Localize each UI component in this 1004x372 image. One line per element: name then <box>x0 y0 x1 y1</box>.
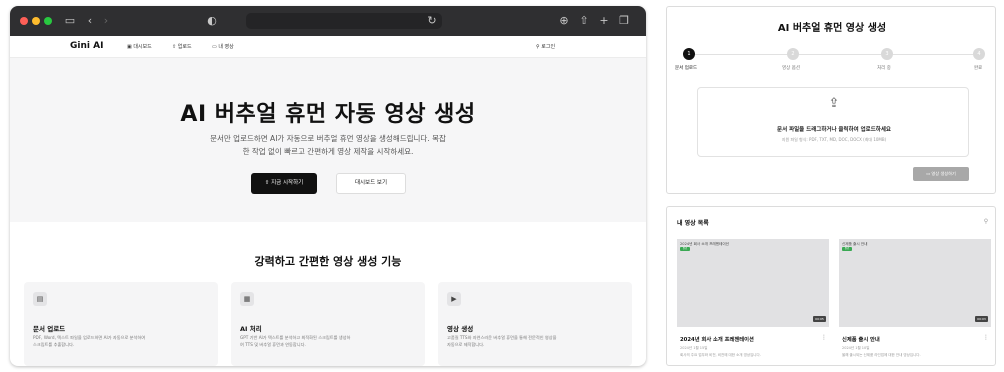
more-options-icon[interactable]: ⋮ <box>821 334 827 341</box>
feature-card-ai: ▦ AI 처리 GPT 기반 AI가 텍스트를 분석하고 최적화된 스크립트를 … <box>231 282 425 366</box>
share-icon[interactable]: ⇧ <box>576 13 592 29</box>
step-3-label: 처리 중 <box>877 66 891 71</box>
step-3-dot: 3 <box>881 48 893 60</box>
start-now-button[interactable]: ⇧ 지금 시작하기 <box>251 173 317 194</box>
stepper-line <box>683 54 983 55</box>
video-description: 회사의 주요 업무와 비전, 비전에 대한 소개 영상입니다. <box>680 353 761 357</box>
back-arrow-icon[interactable]: ‹ <box>82 13 98 29</box>
video-date: 2024년 1월 10일 <box>842 346 870 350</box>
step-1-label: 문서 업로드 <box>675 66 698 71</box>
video-description: 올해 출시되는 신제품 라인업에 대한 안내 영상입니다. <box>842 353 921 357</box>
search-icon[interactable]: ⚲ <box>981 217 991 227</box>
video-card[interactable]: 2024년 회사 소개 프레젠테이션 완료 00:05 2024년 회사 소개 … <box>677 239 829 363</box>
feature-title: 문서 업로드 <box>33 325 66 333</box>
features-title: 강력하고 간편한 영상 생성 기능 <box>254 255 402 268</box>
feature-card-video: ▶ 영상 생성 고품질 TTS와 자연스러운 버추얼 휴먼을 통해 전문적인 영… <box>438 282 632 366</box>
site-navbar: Gini AI ▣ 대시보드 ⇧ 업로드 ▭ 내 영상 ⚲ 로그인 <box>10 36 646 58</box>
close-window-button[interactable] <box>20 17 28 25</box>
hero-description: 문서만 업로드하면 AI가 자동으로 버추얼 휴먼 영상을 생성해드립니다. 복… <box>210 134 446 156</box>
view-dashboard-button[interactable]: 대시보드 보기 <box>336 173 406 194</box>
nav-dashboard[interactable]: ▣ 대시보드 <box>127 43 152 50</box>
step-2-label: 영상 옵션 <box>782 66 800 71</box>
video-thumbnail[interactable]: 2024년 회사 소개 프레젠테이션 완료 00:05 <box>677 239 829 327</box>
hero-title: AI 버추얼 휴먼 자동 영상 생성 <box>180 102 476 127</box>
more-options-icon[interactable]: ⋮ <box>983 334 989 341</box>
step-1-dot: 1 <box>683 48 695 60</box>
dropzone-hint: 지원 파일 형식: PDF, TXT, MD, DOC, DOCX (최대 10… <box>781 137 887 142</box>
hero-section: AI 버추얼 휴먼 자동 영상 생성 문서만 업로드하면 AI가 자동으로 버추… <box>10 58 646 222</box>
document-icon: ▤ <box>33 292 47 306</box>
login-link[interactable]: ⚲ 로그인 <box>536 43 555 50</box>
video-list-title: 내 영상 목록 <box>677 220 709 227</box>
upload-icon: ⇪ <box>828 96 840 111</box>
video-thumbnail[interactable]: 신제품 출시 안내 완료 00:03 <box>839 239 991 327</box>
feature-description: PDF, Word, 텍스트 파일을 업로드하면 AI가 자동으로 분석하여 스… <box>33 335 146 347</box>
download-icon[interactable]: ⊕ <box>556 13 572 29</box>
step-2-dot: 2 <box>787 48 799 60</box>
video-title[interactable]: 2024년 회사 소개 프레젠테이션 <box>680 335 754 343</box>
status-badge: 완료 <box>680 247 690 251</box>
browser-toolbar: ▭ ‹ › ◐ ↻ ⊕ ⇧ + ❐ <box>10 6 646 36</box>
upload-panel: AI 버추얼 휴먼 영상 생성 1 2 3 4 문서 업로드 영상 옵션 처리 … <box>666 6 996 194</box>
new-tab-icon[interactable]: + <box>596 13 612 29</box>
maximize-window-button[interactable] <box>44 17 52 25</box>
reload-icon[interactable]: ↻ <box>424 13 440 29</box>
step-4-dot: 4 <box>973 48 985 60</box>
minimize-window-button[interactable] <box>32 17 40 25</box>
nav-my-videos[interactable]: ▭ 내 영상 <box>212 43 234 50</box>
shield-icon[interactable]: ◐ <box>204 13 220 29</box>
tab-overview-icon[interactable]: ❐ <box>616 13 632 29</box>
nav-upload[interactable]: ⇧ 업로드 <box>172 43 192 50</box>
video-card[interactable]: 신제품 출시 안내 완료 00:03 신제품 출시 안내 ⋮ 2024년 1월 … <box>839 239 991 363</box>
video-date: 2024년 1월 15일 <box>680 346 708 350</box>
chip-icon: ▦ <box>240 292 254 306</box>
duration-badge: 00:05 <box>813 316 826 322</box>
dropzone-text: 문서 파일을 드래그하거나 클릭하여 업로드하세요 <box>777 127 891 133</box>
generate-video-button[interactable]: ▭ 영상 생성하기 <box>913 167 969 181</box>
video-icon: ▶ <box>447 292 461 306</box>
forward-arrow-icon[interactable]: › <box>98 13 114 29</box>
brand-logo[interactable]: Gini AI <box>70 41 103 51</box>
feature-card-upload: ▤ 문서 업로드 PDF, Word, 텍스트 파일을 업로드하면 AI가 자동… <box>24 282 218 366</box>
upload-title: AI 버추얼 휴먼 영상 생성 <box>777 23 887 34</box>
video-list-panel: 내 영상 목록 ⚲ 2024년 회사 소개 프레젠테이션 완료 00:05 20… <box>666 206 996 366</box>
address-bar[interactable] <box>246 13 442 29</box>
duration-badge: 00:03 <box>975 316 988 322</box>
file-dropzone[interactable]: ⇪ 문서 파일을 드래그하거나 클릭하여 업로드하세요 지원 파일 형식: PD… <box>697 87 969 157</box>
status-badge: 완료 <box>842 247 852 251</box>
step-4-label: 완료 <box>974 66 983 71</box>
sidebar-icon[interactable]: ▭ <box>62 13 78 29</box>
feature-title: 영상 생성 <box>447 325 474 333</box>
feature-title: AI 처리 <box>240 325 262 333</box>
browser-window: ▭ ‹ › ◐ ↻ ⊕ ⇧ + ❐ Gini AI ▣ 대시보드 ⇧ 업로드 ▭… <box>10 6 646 366</box>
feature-description: 고품질 TTS와 자연스러운 버추얼 휴먼을 통해 전문적인 영상을 자동으로 … <box>447 335 557 347</box>
video-title[interactable]: 신제품 출시 안내 <box>842 335 880 343</box>
feature-description: GPT 기반 AI가 텍스트를 분석하고 최적화된 스크립트를 생성하 여 TT… <box>240 335 351 347</box>
